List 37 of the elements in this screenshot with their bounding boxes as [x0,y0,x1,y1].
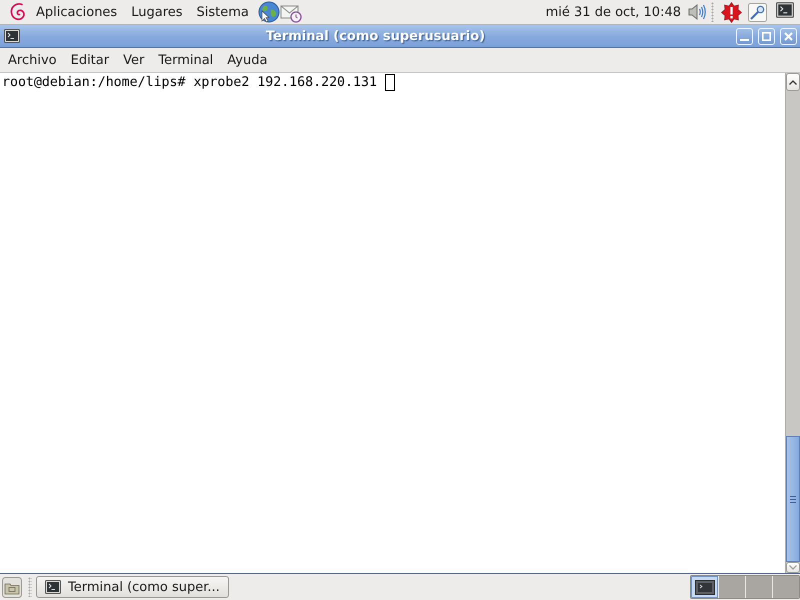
alert-icon[interactable] [721,2,742,22]
window-title: Terminal (como superusuario) [264,28,486,44]
taskbar-label: Terminal (como super... [68,580,220,594]
menu-item[interactable]: Ayuda [220,49,274,71]
terminal-icon [45,580,61,594]
desktop-icon[interactable] [2,576,22,598]
globe-icon[interactable] [258,1,280,23]
panel-menu[interactable]: Aplicaciones [32,1,122,23]
scroll-up-button[interactable] [786,73,800,91]
maximize-button[interactable] [758,28,775,44]
scrollbar-thumb[interactable] [786,436,800,562]
swirl-logo-icon[interactable] [8,1,28,23]
magnifier-icon[interactable] [748,2,767,22]
minimize-icon [740,38,749,40]
menu-item[interactable]: Editar [64,49,116,71]
workspace-button[interactable] [691,576,718,598]
menu-item[interactable]: Terminal [151,49,220,71]
maximize-icon [762,32,771,40]
caret-up-icon [789,80,797,84]
grip-icon [790,496,796,502]
menu-item[interactable]: Archivo [1,49,64,71]
close-button[interactable] [780,28,797,44]
terminal-line: root@debian:/home/lips# xprobe2 192.168.220.131 [2,74,377,91]
speaker-icon[interactable] [688,2,707,22]
panel-clock[interactable]: mié 31 de oct, 10:48 [546,4,681,20]
close-icon [784,32,793,40]
scroll-down-button[interactable] [786,562,800,573]
panel-menu[interactable]: Lugares [127,1,187,23]
panel-menu[interactable]: Sistema [192,1,253,23]
cursor-icon [384,74,395,91]
window-thumbnail-icon [694,580,714,594]
caret-down-icon [789,565,797,570]
minimize-button[interactable] [736,28,753,44]
taskbar-button[interactable]: Terminal (como super... [36,576,229,598]
scrollbar[interactable] [785,73,800,573]
terminal-icon [4,29,20,43]
menu-item[interactable]: Ver [116,49,152,71]
